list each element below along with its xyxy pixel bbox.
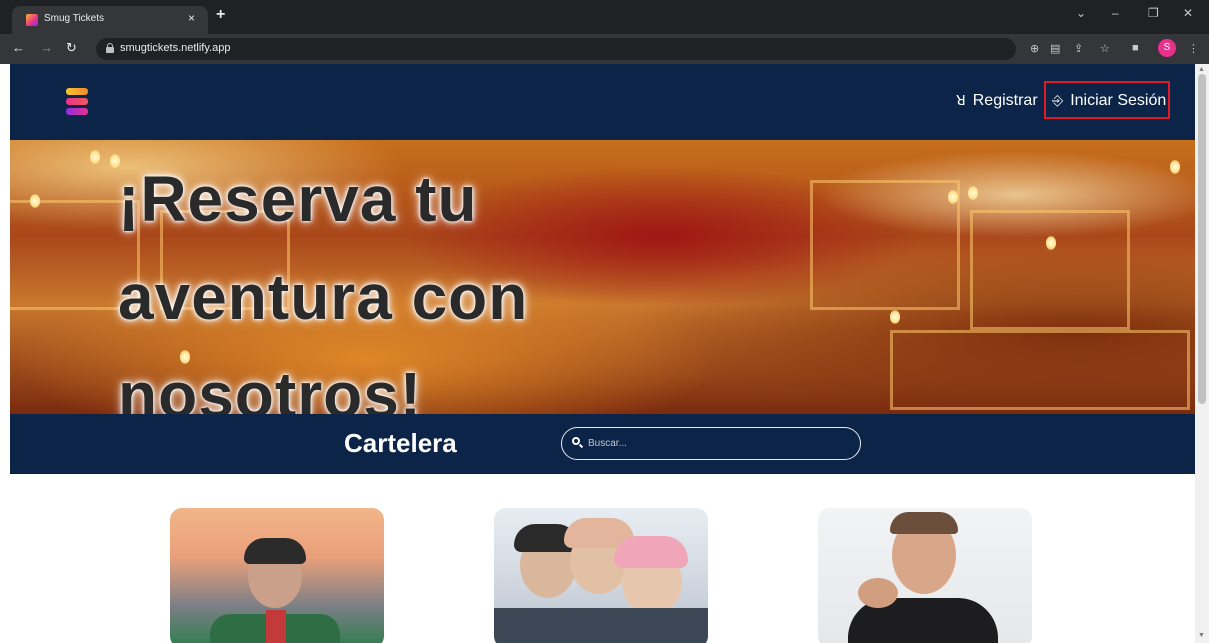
reload-icon[interactable]: ↻: [66, 40, 77, 56]
back-icon[interactable]: ←: [12, 40, 25, 55]
artist-photo: [494, 608, 708, 643]
artist-photo: [858, 578, 898, 608]
page-viewport: ꓤ Registrar ⎆ Iniciar Sesión ¡Reserva tu a…: [10, 64, 1195, 643]
tab-strip: Smug Tickets × + ⌄ – ❐ ✕: [0, 0, 1209, 34]
chandelier-light: [968, 186, 978, 200]
event-card-2[interactable]: [494, 508, 708, 643]
page-scrollbar[interactable]: ▲ ▼: [1195, 64, 1209, 643]
cartelera-title: Cartelera: [344, 428, 457, 458]
close-tab-icon[interactable]: ×: [188, 11, 195, 25]
side-panel-icon[interactable]: ■: [1132, 42, 1139, 54]
user-icon: ꓤ: [956, 92, 966, 108]
chandelier-light: [30, 194, 40, 208]
sign-in-icon: ⎆: [1052, 92, 1064, 108]
share-icon[interactable]: ⇪: [1074, 42, 1083, 55]
restore-button[interactable]: ❐: [1148, 6, 1159, 20]
minimize-button[interactable]: –: [1112, 6, 1119, 20]
translate-icon[interactable]: ▤: [1050, 42, 1060, 55]
login-link[interactable]: ⎆ Iniciar Sesión: [1044, 81, 1170, 119]
login-label: Iniciar Sesión: [1070, 92, 1167, 109]
lock-icon[interactable]: [106, 43, 114, 53]
register-label: Registrar: [972, 92, 1038, 109]
tab-search-icon[interactable]: ⌄: [1076, 6, 1086, 20]
chandelier-light: [1046, 236, 1056, 250]
chandelier-light: [1170, 160, 1180, 174]
close-window-button[interactable]: ✕: [1183, 6, 1193, 20]
search-icon: [572, 437, 584, 449]
scroll-up-icon[interactable]: ▲: [1198, 66, 1205, 73]
chandelier-light: [948, 190, 958, 204]
event-card-1[interactable]: [170, 508, 384, 643]
hero-title: ¡Reserva tu aventura con nosotros!: [118, 163, 529, 414]
bookmark-star-icon[interactable]: ☆: [1100, 42, 1110, 55]
scroll-thumb[interactable]: [1198, 74, 1206, 404]
forward-icon[interactable]: →: [40, 40, 53, 55]
hero-banner: ¡Reserva tu aventura con nosotros!: [10, 140, 1195, 414]
hero-balcony: [970, 210, 1130, 330]
favicon-icon: [26, 14, 38, 26]
browser-toolbar: ← → ↻ smugtickets.netlify.app ⊕ ▤ ⇪ ☆ ■ …: [0, 34, 1209, 64]
url-text[interactable]: smugtickets.netlify.app: [120, 42, 230, 54]
tab-title: Smug Tickets: [44, 13, 105, 24]
site-header: ꓤ Registrar ⎆ Iniciar Sesión: [10, 64, 1195, 140]
chandelier-light: [90, 150, 100, 164]
menu-icon[interactable]: ⋮: [1188, 42, 1199, 55]
profile-avatar[interactable]: S: [1158, 39, 1176, 57]
event-card-3[interactable]: [818, 508, 1032, 643]
cartelera-bar: Cartelera: [10, 414, 1195, 474]
search-box[interactable]: [561, 427, 861, 460]
search-input[interactable]: [588, 433, 848, 453]
install-icon[interactable]: ⊕: [1030, 42, 1039, 55]
hero-balcony: [890, 330, 1190, 410]
artist-photo: [210, 538, 340, 643]
scroll-down-icon[interactable]: ▼: [1198, 632, 1205, 639]
artist-photo: [614, 536, 688, 568]
browser-chrome: Smug Tickets × + ⌄ – ❐ ✕ ← → ↻ smugticke…: [0, 0, 1209, 64]
address-bar[interactable]: smugtickets.netlify.app: [96, 38, 1016, 60]
new-tab-button[interactable]: +: [216, 6, 225, 24]
register-link[interactable]: ꓤ Registrar: [956, 92, 1038, 110]
logo-icon[interactable]: [66, 88, 88, 116]
hero-balcony: [810, 180, 960, 310]
browser-tab[interactable]: Smug Tickets ×: [12, 6, 208, 34]
artist-photo: [890, 512, 958, 534]
chandelier-light: [890, 310, 900, 324]
